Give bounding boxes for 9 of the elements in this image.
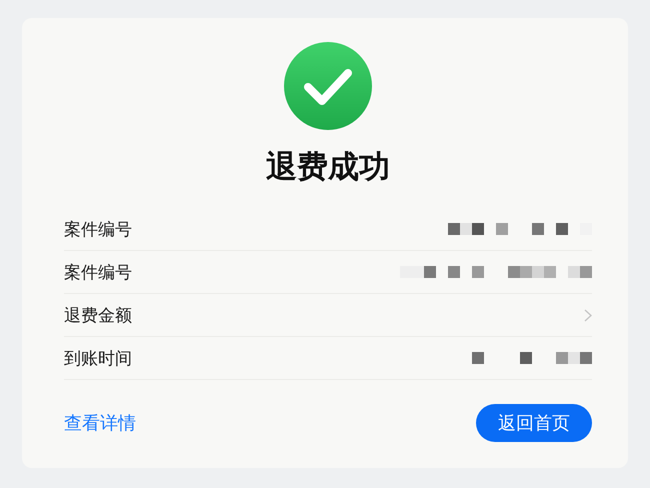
chevron-right-icon[interactable] bbox=[584, 308, 592, 322]
page-title: 退费成功 bbox=[266, 148, 390, 187]
row-label: 到账时间 bbox=[64, 348, 132, 370]
check-icon bbox=[284, 42, 372, 130]
details-link[interactable]: 查看详情 bbox=[64, 411, 136, 435]
row-label: 案件编号 bbox=[64, 262, 132, 284]
row-label: 案件编号 bbox=[64, 218, 132, 240]
row-label: 退费金额 bbox=[64, 304, 132, 326]
home-button[interactable]: 返回首页 bbox=[476, 404, 592, 442]
